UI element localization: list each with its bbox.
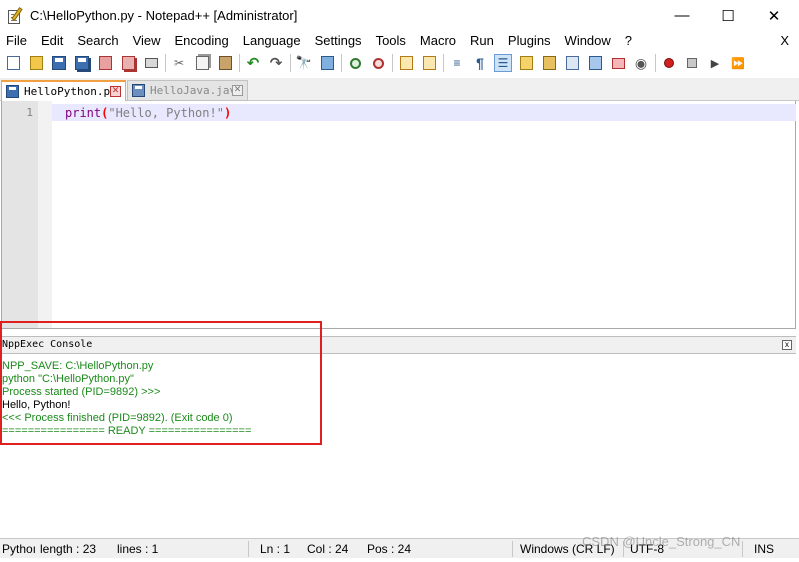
new-file-icon[interactable]	[4, 54, 22, 72]
status-file-type: Pythoı	[2, 542, 37, 556]
status-length: length : 23	[40, 542, 97, 556]
notepad-plus-plus-icon	[6, 6, 24, 25]
indent-guide-icon[interactable]: ☰	[494, 54, 512, 72]
copy-icon[interactable]	[193, 54, 211, 72]
console-line: python "C:\HelloPython.py"	[2, 373, 134, 385]
save-all-icon[interactable]	[73, 54, 91, 72]
monitoring-icon[interactable]	[609, 54, 627, 72]
close-icon[interactable]	[96, 54, 114, 72]
folder-workspace-icon[interactable]	[586, 54, 604, 72]
stop-record-icon[interactable]	[683, 54, 701, 72]
tab-hellopython[interactable]: HelloPython.py ✕	[1, 80, 126, 101]
print-icon[interactable]	[142, 54, 160, 72]
saved-file-icon	[132, 84, 145, 97]
run-multiple-macro-icon[interactable]: ⏩	[729, 54, 747, 72]
line-number: 1	[26, 106, 33, 119]
close-all-icon[interactable]	[119, 54, 137, 72]
status-ln: Ln : 1	[260, 542, 291, 556]
console-line: NPP_SAVE: C:\HelloPython.py	[2, 360, 154, 372]
cut-icon[interactable]: ✂	[170, 54, 188, 72]
menu-file[interactable]: File	[0, 31, 34, 51]
toolbar-separator	[655, 54, 656, 72]
menu-macro[interactable]: Macro	[413, 31, 463, 51]
status-col: Col : 24	[307, 542, 349, 556]
menu-settings[interactable]: Settings	[308, 31, 369, 51]
doc-map-icon[interactable]	[540, 54, 558, 72]
replace-icon[interactable]	[318, 54, 336, 72]
menu-edit[interactable]: Edit	[34, 31, 70, 51]
line-number-gutter	[2, 101, 38, 328]
zoom-in-icon[interactable]	[346, 54, 364, 72]
menu-search[interactable]: Search	[70, 31, 125, 51]
tab-label: HelloJava.java	[150, 84, 243, 97]
tab-close-icon[interactable]: ✕	[110, 86, 121, 97]
close-document-button[interactable]: X	[780, 31, 789, 51]
console-close-icon[interactable]: x	[782, 340, 792, 350]
toolbar: ✂ ↶ ↷ 🔭 ≡ ¶ ☰ ◉ ▶ ⏩	[0, 51, 799, 75]
code-paren-close: )	[223, 106, 232, 120]
editor-area[interactable]: 1 print("Hello, Python!")	[1, 101, 796, 329]
tab-hellojava[interactable]: HelloJava.java ✕	[127, 80, 248, 101]
status-divider	[248, 541, 249, 557]
status-insert-mode: INS	[754, 542, 775, 556]
undo-icon[interactable]: ↶	[244, 54, 262, 72]
status-divider	[742, 541, 743, 557]
fold-margin	[38, 101, 52, 328]
function-list-icon[interactable]	[563, 54, 581, 72]
tab-label: HelloPython.py	[24, 85, 117, 98]
close-window-button[interactable]: ✕	[751, 0, 797, 31]
zoom-out-icon[interactable]	[369, 54, 387, 72]
play-macro-icon[interactable]: ▶	[706, 54, 724, 72]
console-line: Hello, Python!	[2, 399, 71, 411]
maximize-button[interactable]: ☐	[705, 0, 751, 31]
menu-plugins[interactable]: Plugins	[501, 31, 558, 51]
record-macro-icon[interactable]	[660, 54, 678, 72]
code-line[interactable]: print("Hello, Python!")	[65, 106, 231, 120]
menu-tools[interactable]: Tools	[369, 31, 413, 51]
save-icon[interactable]	[50, 54, 68, 72]
console-title: NppExec Console	[2, 339, 93, 350]
console-line: <<< Process finished (PID=9892). (Exit c…	[2, 412, 233, 424]
paste-icon[interactable]	[216, 54, 234, 72]
window-title: C:\HelloPython.py - Notepad++ [Administr…	[30, 8, 298, 23]
status-lines: lines : 1	[117, 542, 159, 556]
menu-bar: File Edit Search View Encoding Language …	[0, 31, 799, 51]
menu-help[interactable]: ?	[618, 31, 639, 51]
eye-icon[interactable]: ◉	[632, 54, 650, 72]
toolbar-separator	[165, 54, 166, 72]
bottom-strip	[0, 558, 799, 562]
tab-bar: HelloPython.py ✕ HelloJava.java ✕	[0, 78, 799, 101]
console-output[interactable]: NPP_SAVE: C:\HelloPython.py python "C:\H…	[0, 355, 796, 537]
menu-language[interactable]: Language	[236, 31, 308, 51]
toolbar-separator	[443, 54, 444, 72]
udl-icon[interactable]	[517, 54, 535, 72]
sync-vertical-icon[interactable]	[397, 54, 415, 72]
menu-view[interactable]: View	[126, 31, 168, 51]
console-line: Process started (PID=9892) >>>	[2, 386, 161, 398]
code-keyword: print	[65, 106, 102, 120]
title-bar: C:\HelloPython.py - Notepad++ [Administr…	[0, 0, 799, 31]
toolbar-separator	[239, 54, 240, 72]
watermark-text: CSDN @Uncle_Strong_CN	[582, 534, 741, 549]
console-line: ================ READY ================	[2, 425, 252, 437]
menu-encoding[interactable]: Encoding	[168, 31, 236, 51]
redo-icon[interactable]: ↷	[267, 54, 285, 72]
menu-window[interactable]: Window	[558, 31, 618, 51]
minimize-button[interactable]: —	[659, 0, 705, 31]
saved-file-icon	[6, 85, 19, 98]
console-header: NppExec Console x	[0, 336, 796, 354]
show-all-chars-icon[interactable]: ¶	[471, 54, 489, 72]
word-wrap-icon[interactable]: ≡	[448, 54, 466, 72]
toolbar-separator	[290, 54, 291, 72]
code-string: "Hello, Python!"	[108, 106, 224, 120]
toolbar-separator	[392, 54, 393, 72]
tab-close-icon[interactable]: ✕	[232, 85, 243, 96]
sync-horizontal-icon[interactable]	[420, 54, 438, 72]
find-icon[interactable]: 🔭	[295, 54, 313, 72]
status-divider	[512, 541, 513, 557]
open-file-icon[interactable]	[27, 54, 45, 72]
menu-run[interactable]: Run	[463, 31, 501, 51]
status-pos: Pos : 24	[367, 542, 412, 556]
toolbar-separator	[341, 54, 342, 72]
